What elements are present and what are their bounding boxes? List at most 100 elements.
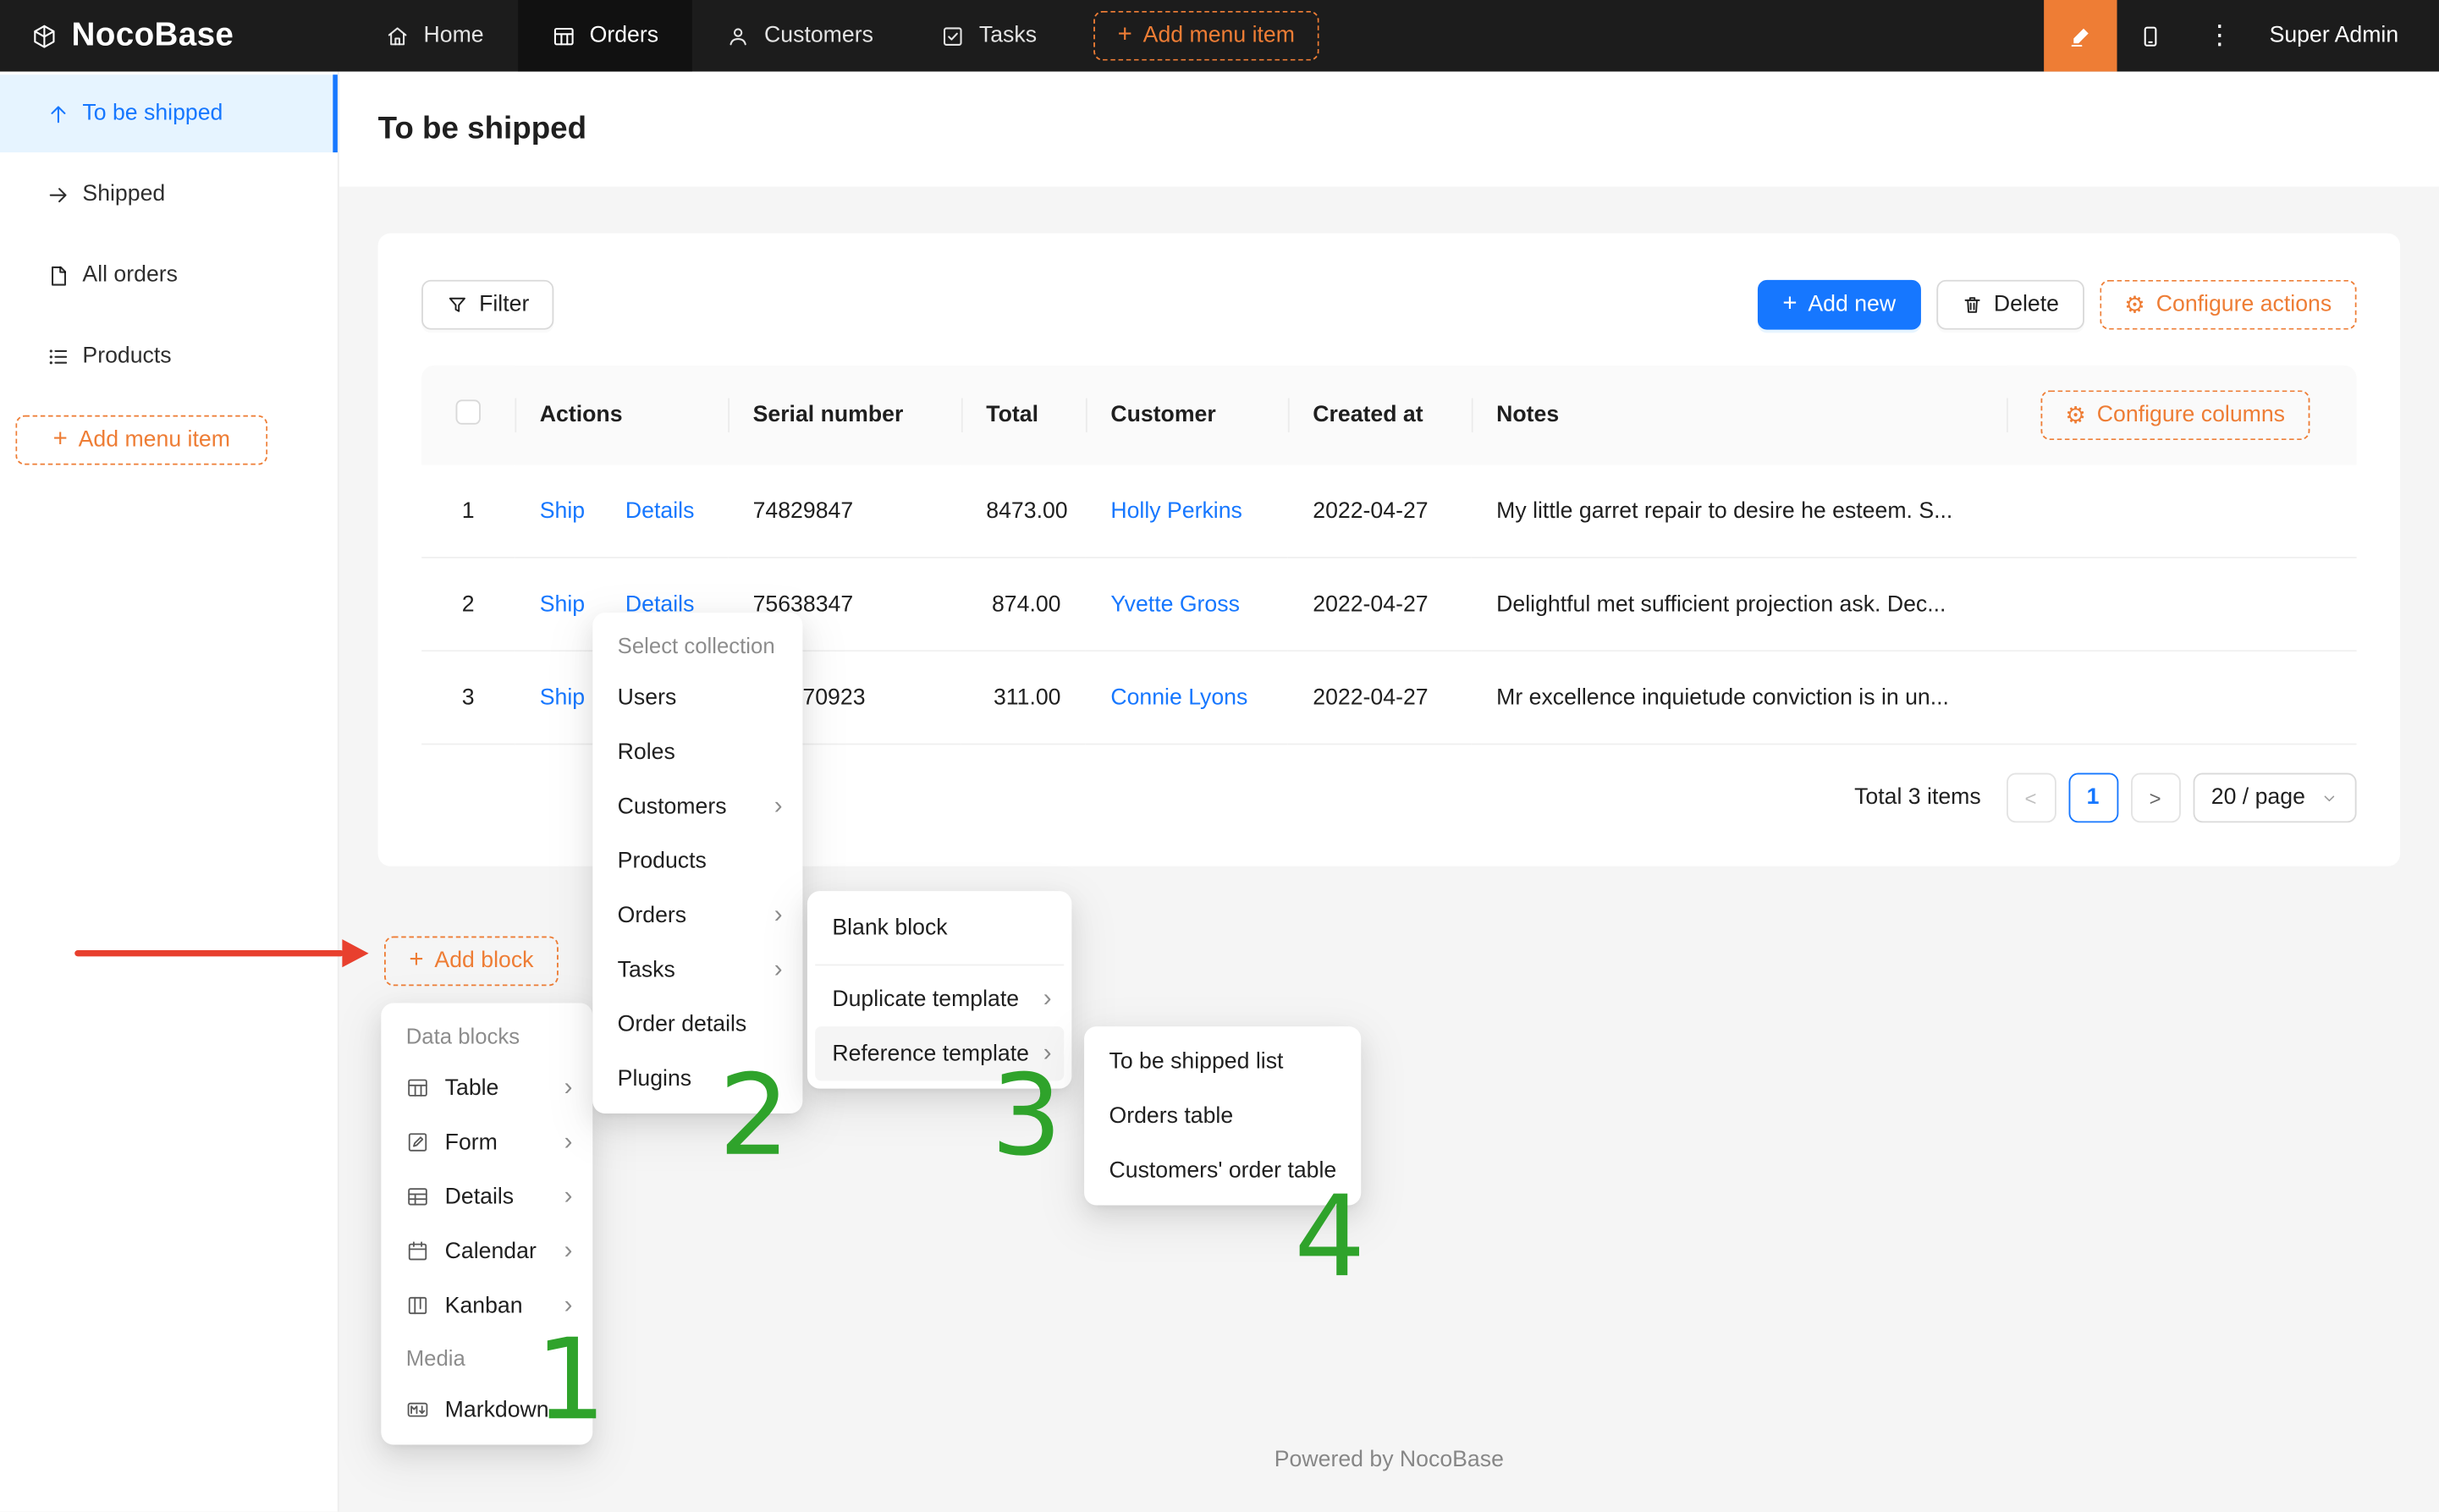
menu-item-customers[interactable]: Customers› <box>600 779 795 833</box>
total-cell: 311.00 <box>961 652 1086 745</box>
check-square-icon <box>942 24 966 47</box>
sidebar-item-to-be-shipped[interactable]: To be shipped <box>0 74 338 152</box>
sidebar-item-shipped[interactable]: Shipped <box>0 156 338 234</box>
sidebar-item-label: Shipped <box>82 182 165 206</box>
menu-item-orders[interactable]: Orders› <box>600 888 795 942</box>
column-header-actions: Actions <box>515 366 728 465</box>
annotation-step-4: 4 <box>1294 1180 1365 1292</box>
menu-item-blank-block[interactable]: Blank block <box>815 899 1064 958</box>
table-header-row: Actions Serial number Total Customer Cre… <box>421 366 2356 465</box>
user-menu[interactable]: Super Admin <box>2254 24 2439 48</box>
list-icon <box>47 344 70 368</box>
created-at-cell: 2022-04-27 <box>1288 558 1472 652</box>
navbar-add-menu-item-button[interactable]: + Add menu item <box>1093 11 1319 61</box>
filter-button[interactable]: Filter <box>421 280 554 330</box>
column-header-total: Total <box>961 366 1086 465</box>
nav-item-label: Customers <box>764 24 873 48</box>
menu-item-tasks[interactable]: Tasks› <box>600 943 795 997</box>
select-all-checkbox[interactable] <box>456 399 481 424</box>
chevron-left-icon: < <box>2025 786 2037 810</box>
nav-item-label: Tasks <box>979 24 1037 48</box>
sidebar-add-menu-item-button[interactable]: + Add menu item <box>15 415 267 465</box>
menu-item-duplicate-template[interactable]: Duplicate template› <box>815 972 1064 1026</box>
gear-icon: ⚙ <box>2065 404 2086 427</box>
pagination-prev-button[interactable]: < <box>2006 772 2056 822</box>
details-action-link[interactable]: Details <box>625 498 694 523</box>
created-at-cell: 2022-04-27 <box>1288 652 1472 745</box>
menu-item-form[interactable]: Form › <box>389 1115 586 1169</box>
notes-cell: My little garret repair to desire he est… <box>1472 465 2007 558</box>
home-icon <box>386 24 410 47</box>
add-new-button[interactable]: + Add new <box>1758 280 1921 330</box>
gear-icon: ⚙ <box>2124 293 2145 316</box>
trash-icon <box>1961 294 1983 316</box>
ship-action-link[interactable]: Ship <box>540 591 585 616</box>
navbar-right: ⋮ Super Admin <box>2044 0 2439 72</box>
page-size-select[interactable]: 20 / page <box>2193 772 2357 822</box>
customer-link[interactable]: Yvette Gross <box>1110 591 1240 616</box>
arrow-shaft <box>74 950 344 955</box>
user-icon <box>727 24 751 47</box>
page-title: To be shipped <box>378 111 586 146</box>
mobile-icon <box>2139 24 2163 47</box>
nav-item-tasks[interactable]: Tasks <box>907 0 1071 72</box>
customer-link[interactable]: Connie Lyons <box>1110 685 1247 710</box>
menu-item-to-be-shipped-list[interactable]: To be shipped list <box>1092 1034 1353 1088</box>
menu-item-orders-table[interactable]: Orders table <box>1092 1089 1353 1143</box>
sidebar-item-products[interactable]: Products <box>0 317 338 395</box>
delete-button[interactable]: Delete <box>1936 280 2084 330</box>
chevron-right-icon: › <box>564 1185 573 1209</box>
customer-link[interactable]: Holly Perkins <box>1110 498 1242 523</box>
menu-item-users[interactable]: Users <box>600 670 795 724</box>
chevron-right-icon: › <box>564 1075 573 1100</box>
pagination-next-button[interactable]: > <box>2130 772 2180 822</box>
chevron-down-icon <box>2321 789 2337 806</box>
sidebar-item-label: All orders <box>82 263 178 288</box>
page-header: To be shipped <box>339 72 2439 187</box>
form-icon <box>406 1130 430 1154</box>
menu-item-details[interactable]: Details › <box>389 1169 586 1223</box>
annotation-step-2: 2 <box>718 1059 790 1171</box>
ship-action-link[interactable]: Ship <box>540 498 585 523</box>
ui-editor-button[interactable] <box>2044 0 2117 72</box>
more-menu-button[interactable]: ⋮ <box>2185 0 2254 72</box>
menu-item-products[interactable]: Products <box>600 833 795 888</box>
plus-icon: + <box>53 427 68 452</box>
nav-item-home[interactable]: Home <box>352 0 518 72</box>
app: NocoBase Home Orders Customers <box>0 0 2439 1512</box>
nav-item-label: Home <box>424 24 484 48</box>
configure-actions-button[interactable]: ⚙ Configure actions <box>2100 280 2357 330</box>
table-icon <box>406 1076 430 1100</box>
sidebar-item-all-orders[interactable]: All orders <box>0 236 338 314</box>
plus-icon: + <box>1782 293 1797 317</box>
annotation-arrow <box>74 937 368 969</box>
column-header-serial-number: Serial number <box>728 366 961 465</box>
brand[interactable]: NocoBase <box>0 17 262 54</box>
ship-action-link[interactable]: Ship <box>540 685 585 710</box>
configure-columns-button[interactable]: ⚙ Configure columns <box>2040 390 2310 440</box>
plus-icon: + <box>1118 24 1132 48</box>
table-toolbar: Filter + Add new Delete <box>421 280 2356 330</box>
notes-cell: Delightful met sufficient projection ask… <box>1472 558 2007 652</box>
chevron-right-icon: › <box>1043 987 1052 1011</box>
row-index: 2 <box>421 558 515 652</box>
column-header-notes: Notes <box>1472 366 2007 465</box>
total-cell: 8473.00 <box>961 465 1086 558</box>
nav-item-customers[interactable]: Customers <box>693 0 908 72</box>
menu-item-table[interactable]: Table › <box>389 1061 586 1115</box>
pagination-page-1-button[interactable]: 1 <box>2068 772 2118 822</box>
main-nav: Home Orders Customers Tasks <box>352 0 1319 72</box>
menu-item-order-details[interactable]: Order details <box>600 997 795 1051</box>
calendar-icon <box>406 1240 430 1263</box>
nav-item-orders[interactable]: Orders <box>518 0 692 72</box>
column-header-customer: Customer <box>1086 366 1288 465</box>
table-icon <box>552 24 575 47</box>
mobile-preview-button[interactable] <box>2117 0 2185 72</box>
arrow-up-icon <box>47 102 70 125</box>
add-block-button[interactable]: + Add block <box>384 936 559 986</box>
chevron-right-icon: › <box>774 957 783 981</box>
arrow-right-icon <box>47 183 70 206</box>
chevron-right-icon: › <box>774 903 783 927</box>
menu-item-calendar[interactable]: Calendar › <box>389 1224 586 1278</box>
menu-item-roles[interactable]: Roles <box>600 725 795 779</box>
